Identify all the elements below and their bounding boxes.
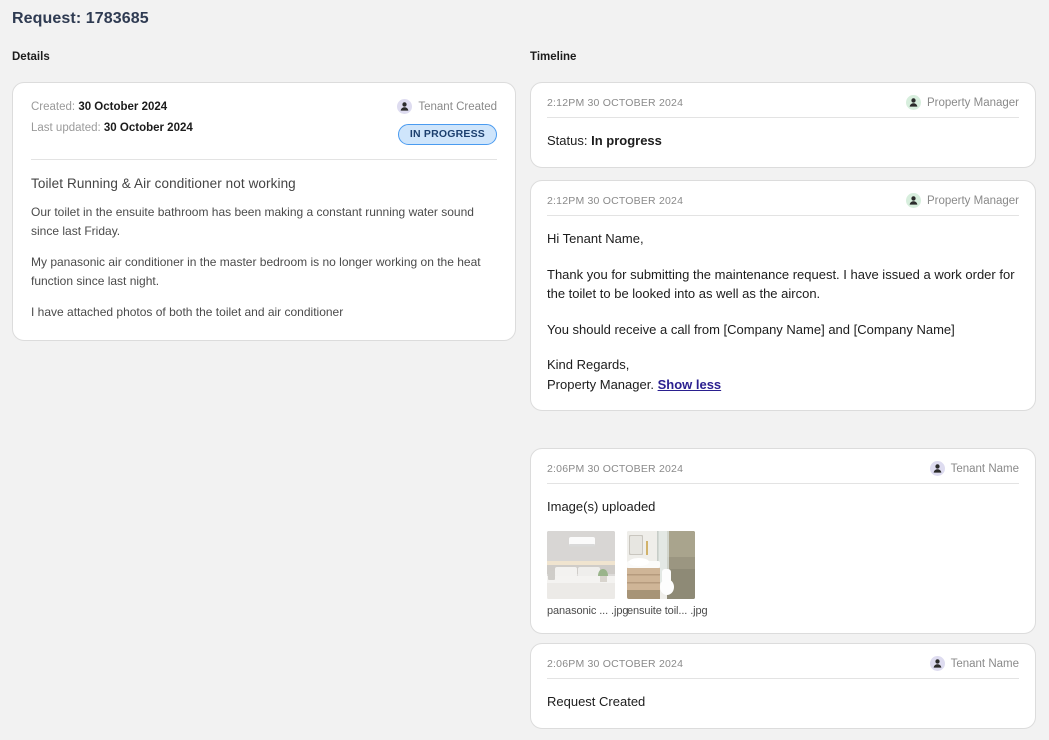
details-column-label: Details xyxy=(12,51,50,63)
message-greeting: Hi Tenant Name, xyxy=(547,231,644,246)
message-signature: Property Manager. xyxy=(547,376,654,392)
bedroom-air-conditioner-thumbnail[interactable] xyxy=(547,530,615,599)
message-signoff-line: Kind Regards, xyxy=(547,357,630,372)
timeline-entry-header: 2:06PM 30 OCTOBER 2024 Tenant Name xyxy=(547,656,1019,678)
attachments-label: Image(s) uploaded xyxy=(547,499,656,514)
attachment-list: panasonic ... .jpg ensuite toil... .jpg xyxy=(547,530,1019,617)
created-line: Created: 30 October 2024 xyxy=(31,101,193,115)
person-icon xyxy=(905,193,921,208)
created-label: Created: xyxy=(31,101,76,113)
timeline-entry-header: 2:12PM 30 OCTOBER 2024 Property Manager xyxy=(547,95,1019,117)
last-updated-value: 30 October 2024 xyxy=(103,121,193,134)
timeline-timestamp: 2:06PM 30 OCTOBER 2024 xyxy=(547,462,684,475)
timeline-status-line: Status: In progress xyxy=(547,131,1019,151)
details-divider xyxy=(31,159,497,160)
attachment-filename: ensuite toil... .jpg xyxy=(627,604,708,617)
request-created-label: Request Created xyxy=(547,694,646,709)
attachment-filename: panasonic ... .jpg xyxy=(547,604,629,617)
timeline-entry-message: 2:12PM 30 OCTOBER 2024 Property Manager … xyxy=(530,180,1036,411)
details-author: Tenant Created xyxy=(397,99,497,114)
message-signature-line: Property Manager. Show less xyxy=(547,375,1019,395)
timeline-author: Property Manager xyxy=(905,95,1019,110)
request-paragraph: My panasonic air conditioner in the mast… xyxy=(31,255,481,288)
details-card: Created: 30 October 2024 Last updated: 3… xyxy=(12,82,516,341)
timeline-column-label: Timeline xyxy=(530,51,577,63)
person-icon xyxy=(929,461,945,476)
ensuite-bathroom-toilet-thumbnail[interactable] xyxy=(627,530,695,599)
timeline-entry-header: 2:12PM 30 OCTOBER 2024 Property Manager xyxy=(547,193,1019,215)
last-updated-label: Last updated: xyxy=(31,121,101,134)
request-detail-page: Request: 1783685 Details Timeline Create… xyxy=(0,0,1049,740)
timeline-author: Tenant Name xyxy=(929,656,1019,671)
timeline-author-name: Property Manager xyxy=(926,96,1019,109)
timeline-author: Tenant Name xyxy=(929,461,1019,476)
message-paragraph: Thank you for submitting the maintenance… xyxy=(547,266,1015,302)
message-paragraph: You should receive a call from [Company … xyxy=(547,321,955,337)
timeline-author-name: Tenant Name xyxy=(950,462,1019,475)
status-prefix: Status: xyxy=(547,133,588,148)
status-value: In progress xyxy=(591,133,662,148)
person-icon xyxy=(929,656,945,671)
timeline-author-name: Tenant Name xyxy=(950,657,1019,670)
person-icon xyxy=(397,99,413,114)
page-title: Request: 1783685 xyxy=(12,10,149,27)
last-updated-line: Last updated: 30 October 2024 xyxy=(31,122,193,136)
request-title: Toilet Running & Air conditioner not wor… xyxy=(31,176,296,191)
timeline-author: Property Manager xyxy=(905,193,1019,208)
show-less-link[interactable]: Show less xyxy=(658,377,722,392)
attachment-item[interactable]: ensuite toil... .jpg xyxy=(627,530,708,617)
details-meta-row: Created: 30 October 2024 Last updated: 3… xyxy=(31,99,497,145)
status-badge: IN PROGRESS xyxy=(397,124,497,145)
timeline-timestamp: 2:12PM 30 OCTOBER 2024 xyxy=(547,194,684,207)
timeline-timestamp: 2:12PM 30 OCTOBER 2024 xyxy=(547,96,684,109)
created-value: 30 October 2024 xyxy=(78,101,168,113)
attachment-item[interactable]: panasonic ... .jpg xyxy=(547,530,629,617)
timeline-author-name: Property Manager xyxy=(926,194,1019,207)
timeline-entry-attachments: 2:06PM 30 OCTOBER 2024 Tenant Name Image… xyxy=(530,448,1036,634)
request-paragraph: I have attached photos of both the toile… xyxy=(31,305,344,320)
person-icon xyxy=(905,95,921,110)
timeline-entry-created: 2:06PM 30 OCTOBER 2024 Tenant Name Reque… xyxy=(530,643,1036,729)
timeline-entry-status: 2:12PM 30 OCTOBER 2024 Property Manager … xyxy=(530,82,1036,168)
details-author-name: Tenant Created xyxy=(418,100,497,113)
timeline-timestamp: 2:06PM 30 OCTOBER 2024 xyxy=(547,657,684,670)
request-paragraph: Our toilet in the ensuite bathroom has b… xyxy=(31,205,474,238)
request-description: Our toilet in the ensuite bathroom has b… xyxy=(31,203,497,322)
timeline-entry-header: 2:06PM 30 OCTOBER 2024 Tenant Name xyxy=(547,461,1019,483)
